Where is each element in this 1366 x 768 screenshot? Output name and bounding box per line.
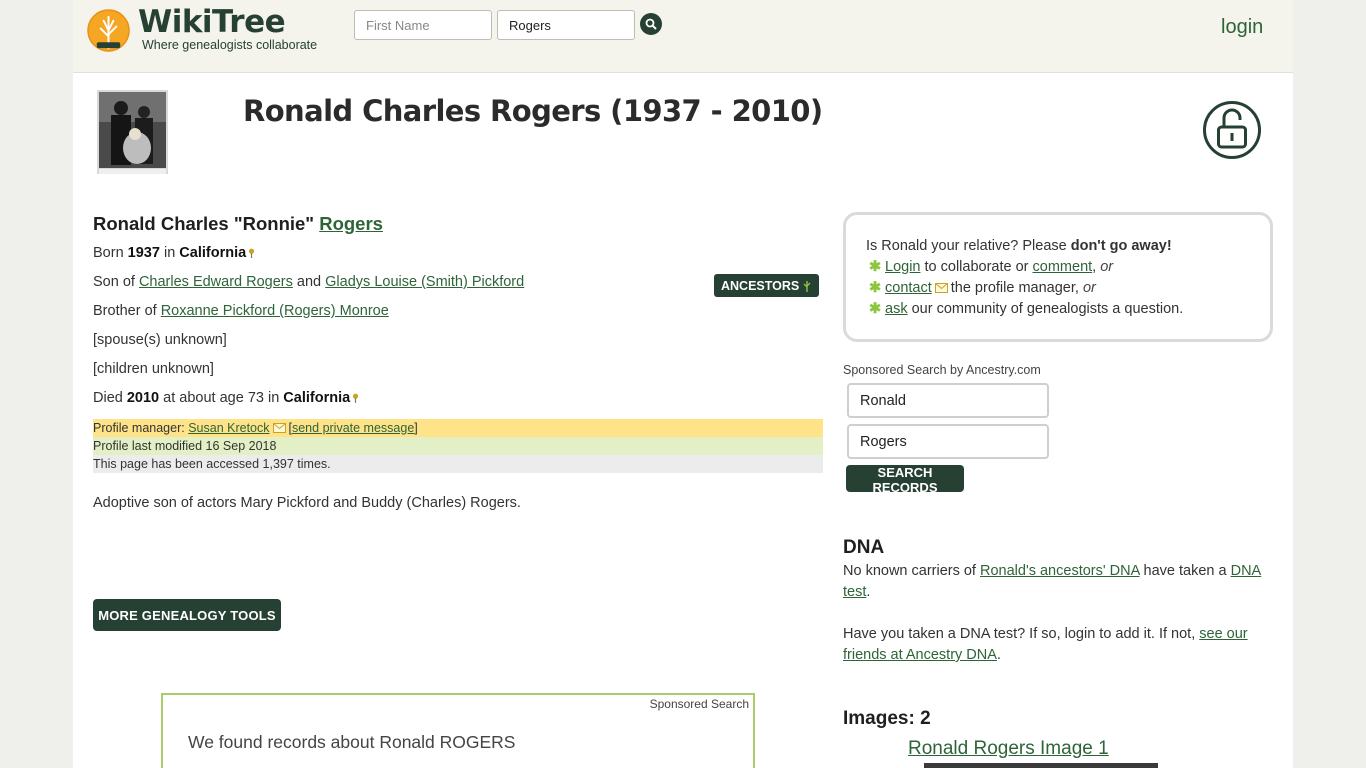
ask-line: ✱ ask our community of genealogists a que… — [866, 301, 1270, 322]
profile-name-heading: Ronald Charles "Ronnie" Rogers — [93, 213, 383, 235]
ask-rest-text: our community of genealogists a question… — [911, 301, 1184, 317]
or-text: or — [1100, 259, 1114, 275]
envelope-icon[interactable] — [934, 283, 948, 293]
login-rest-text: to collaborate or — [924, 259, 1029, 275]
comment-link[interactable]: comment — [1033, 259, 1093, 275]
privacy-open-lock-icon[interactable] — [1202, 100, 1262, 160]
dont-go-away-text: don't go away! — [1070, 238, 1172, 254]
page-title: Ronald Charles Rogers (1937 - 2010) — [243, 94, 823, 128]
relative-question: Is Ronald your relative? Please — [866, 238, 1067, 254]
star-bullet-icon: ✱ — [869, 280, 882, 296]
birth-year: 1937 — [127, 245, 160, 261]
spouse-line: [spouse(s) unknown] — [93, 332, 227, 348]
death-place: California — [283, 390, 351, 406]
parents-line: Son of Charles Edward Rogers and Gladys … — [93, 274, 524, 290]
ancestry-last-name-input[interactable] — [847, 424, 1049, 459]
login-line: ✱ Login to collaborate or comment, or — [866, 259, 1270, 280]
first-name-search-input[interactable] — [354, 10, 492, 40]
manager-label: Profile manager: — [93, 421, 185, 435]
death-age-text: at about age 73 in — [163, 390, 280, 406]
dna-p2-prefix: Have you taken a DNA test? If so, login … — [843, 626, 1196, 642]
dna-heading: DNA — [843, 537, 885, 558]
full-name: Ronald Charles "Ronnie" — [93, 213, 315, 234]
comma: , — [1092, 259, 1097, 275]
biography-text: Adoptive son of actors Mary Pickford and… — [93, 495, 521, 511]
photo-image — [97, 90, 168, 174]
star-bullet-icon: ✱ — [869, 301, 882, 317]
contact-link[interactable]: contact — [885, 280, 932, 296]
star-bullet-icon: ✱ — [869, 259, 882, 275]
profile-manager-row: Profile manager: Susan Kretock [send priv… — [93, 419, 823, 437]
more-genealogy-tools-button[interactable]: MORE GENEALOGY TOOLS — [93, 599, 281, 631]
image-1-thumbnail[interactable] — [924, 763, 1158, 768]
envelope-icon[interactable] — [272, 423, 286, 433]
sponsored-search-box[interactable]: Sponsored Search We found records about … — [161, 693, 755, 768]
death-year: 2010 — [126, 390, 160, 406]
dna-test-prompt-text: Have you taken a DNA test? If so, login … — [843, 624, 1275, 666]
children-line: [children unknown] — [93, 361, 214, 377]
contact-rest-text: the profile manager, — [950, 280, 1079, 296]
contact-line: ✱ contact the profile manager, or — [866, 280, 1270, 301]
ask-link[interactable]: ask — [885, 301, 908, 317]
brother-of-label: Brother of — [93, 303, 157, 319]
and-label: and — [296, 274, 322, 290]
site-header: WikiTree Where genealogists collaborate … — [73, 0, 1293, 73]
birth-place: California — [179, 245, 247, 261]
sibling-line: Brother of Roxanne Pickford (Rogers) Mon… — [93, 303, 389, 319]
image-1-link[interactable]: Ronald Rogers Image 1 — [908, 738, 1109, 760]
send-private-message-link[interactable]: send private message — [292, 421, 414, 435]
death-line: Died 2010 at about age 73 in California — [93, 390, 359, 406]
dna-p1-prefix: No known carriers of — [843, 563, 976, 579]
last-name-search-input[interactable] — [497, 10, 635, 40]
search-button[interactable] — [640, 13, 662, 35]
ancestors-button[interactable]: ANCESTORS — [714, 274, 820, 297]
ancestry-sponsored-label: Sponsored Search by Ancestry.com — [843, 363, 1041, 377]
manager-link[interactable]: Susan Kretock — [188, 421, 269, 435]
born-label: Born — [93, 245, 124, 261]
father-link[interactable]: Charles Edward Rogers — [139, 274, 293, 290]
access-count-row: This page has been accessed 1,397 times. — [93, 455, 823, 473]
period: . — [866, 584, 871, 600]
map-pin-icon[interactable] — [248, 248, 255, 258]
search-icon — [645, 18, 657, 30]
last-modified-row: Profile last modified 16 Sep 2018 — [93, 437, 823, 455]
ancestry-first-name-input[interactable] — [847, 383, 1049, 418]
logo-tagline: Where genealogists collaborate — [142, 38, 318, 52]
birth-in: in — [163, 245, 176, 261]
map-pin-icon[interactable] — [352, 393, 359, 403]
birth-line: Born 1937 in California — [93, 245, 255, 261]
or-text: or — [1082, 280, 1096, 296]
ancestors-dna-link[interactable]: Ronald's ancestors' DNA — [980, 563, 1139, 579]
login-inline-link[interactable]: Login — [885, 259, 920, 275]
ancestors-label: ANCESTORS — [721, 278, 800, 293]
search-records-button[interactable]: SEARCH RECORDS — [846, 465, 964, 495]
sponsored-search-label: Sponsored Search — [649, 697, 749, 711]
family-tree-icon — [803, 280, 811, 292]
died-label: Died — [93, 390, 123, 406]
dna-p1-mid: have taken a — [1143, 563, 1227, 579]
page: WikiTree Where genealogists collaborate … — [73, 0, 1293, 768]
wikitree-logo-icon[interactable] — [87, 9, 130, 52]
dna-carriers-text: No known carriers of Ronald's ancestors'… — [843, 561, 1275, 603]
records-found-text[interactable]: We found records about Ronald ROGERS — [188, 732, 515, 753]
son-of-label: Son of — [93, 274, 135, 290]
profile-photo[interactable] — [97, 90, 168, 174]
mother-link[interactable]: Gladys Louise (Smith) Pickford — [325, 274, 524, 290]
bracket-close: ] — [414, 421, 418, 435]
login-link[interactable]: login — [1221, 16, 1263, 39]
images-heading: Images: 2 — [843, 708, 931, 729]
logo-name[interactable]: WikiTree — [138, 4, 286, 40]
surname-link[interactable]: Rogers — [319, 213, 383, 234]
sibling-link[interactable]: Roxanne Pickford (Rogers) Monroe — [161, 303, 389, 319]
relative-question-line: Is Ronald your relative? Please don't go… — [866, 238, 1270, 259]
relative-callout-box: Is Ronald your relative? Please don't go… — [843, 212, 1273, 342]
period: . — [996, 647, 1001, 663]
